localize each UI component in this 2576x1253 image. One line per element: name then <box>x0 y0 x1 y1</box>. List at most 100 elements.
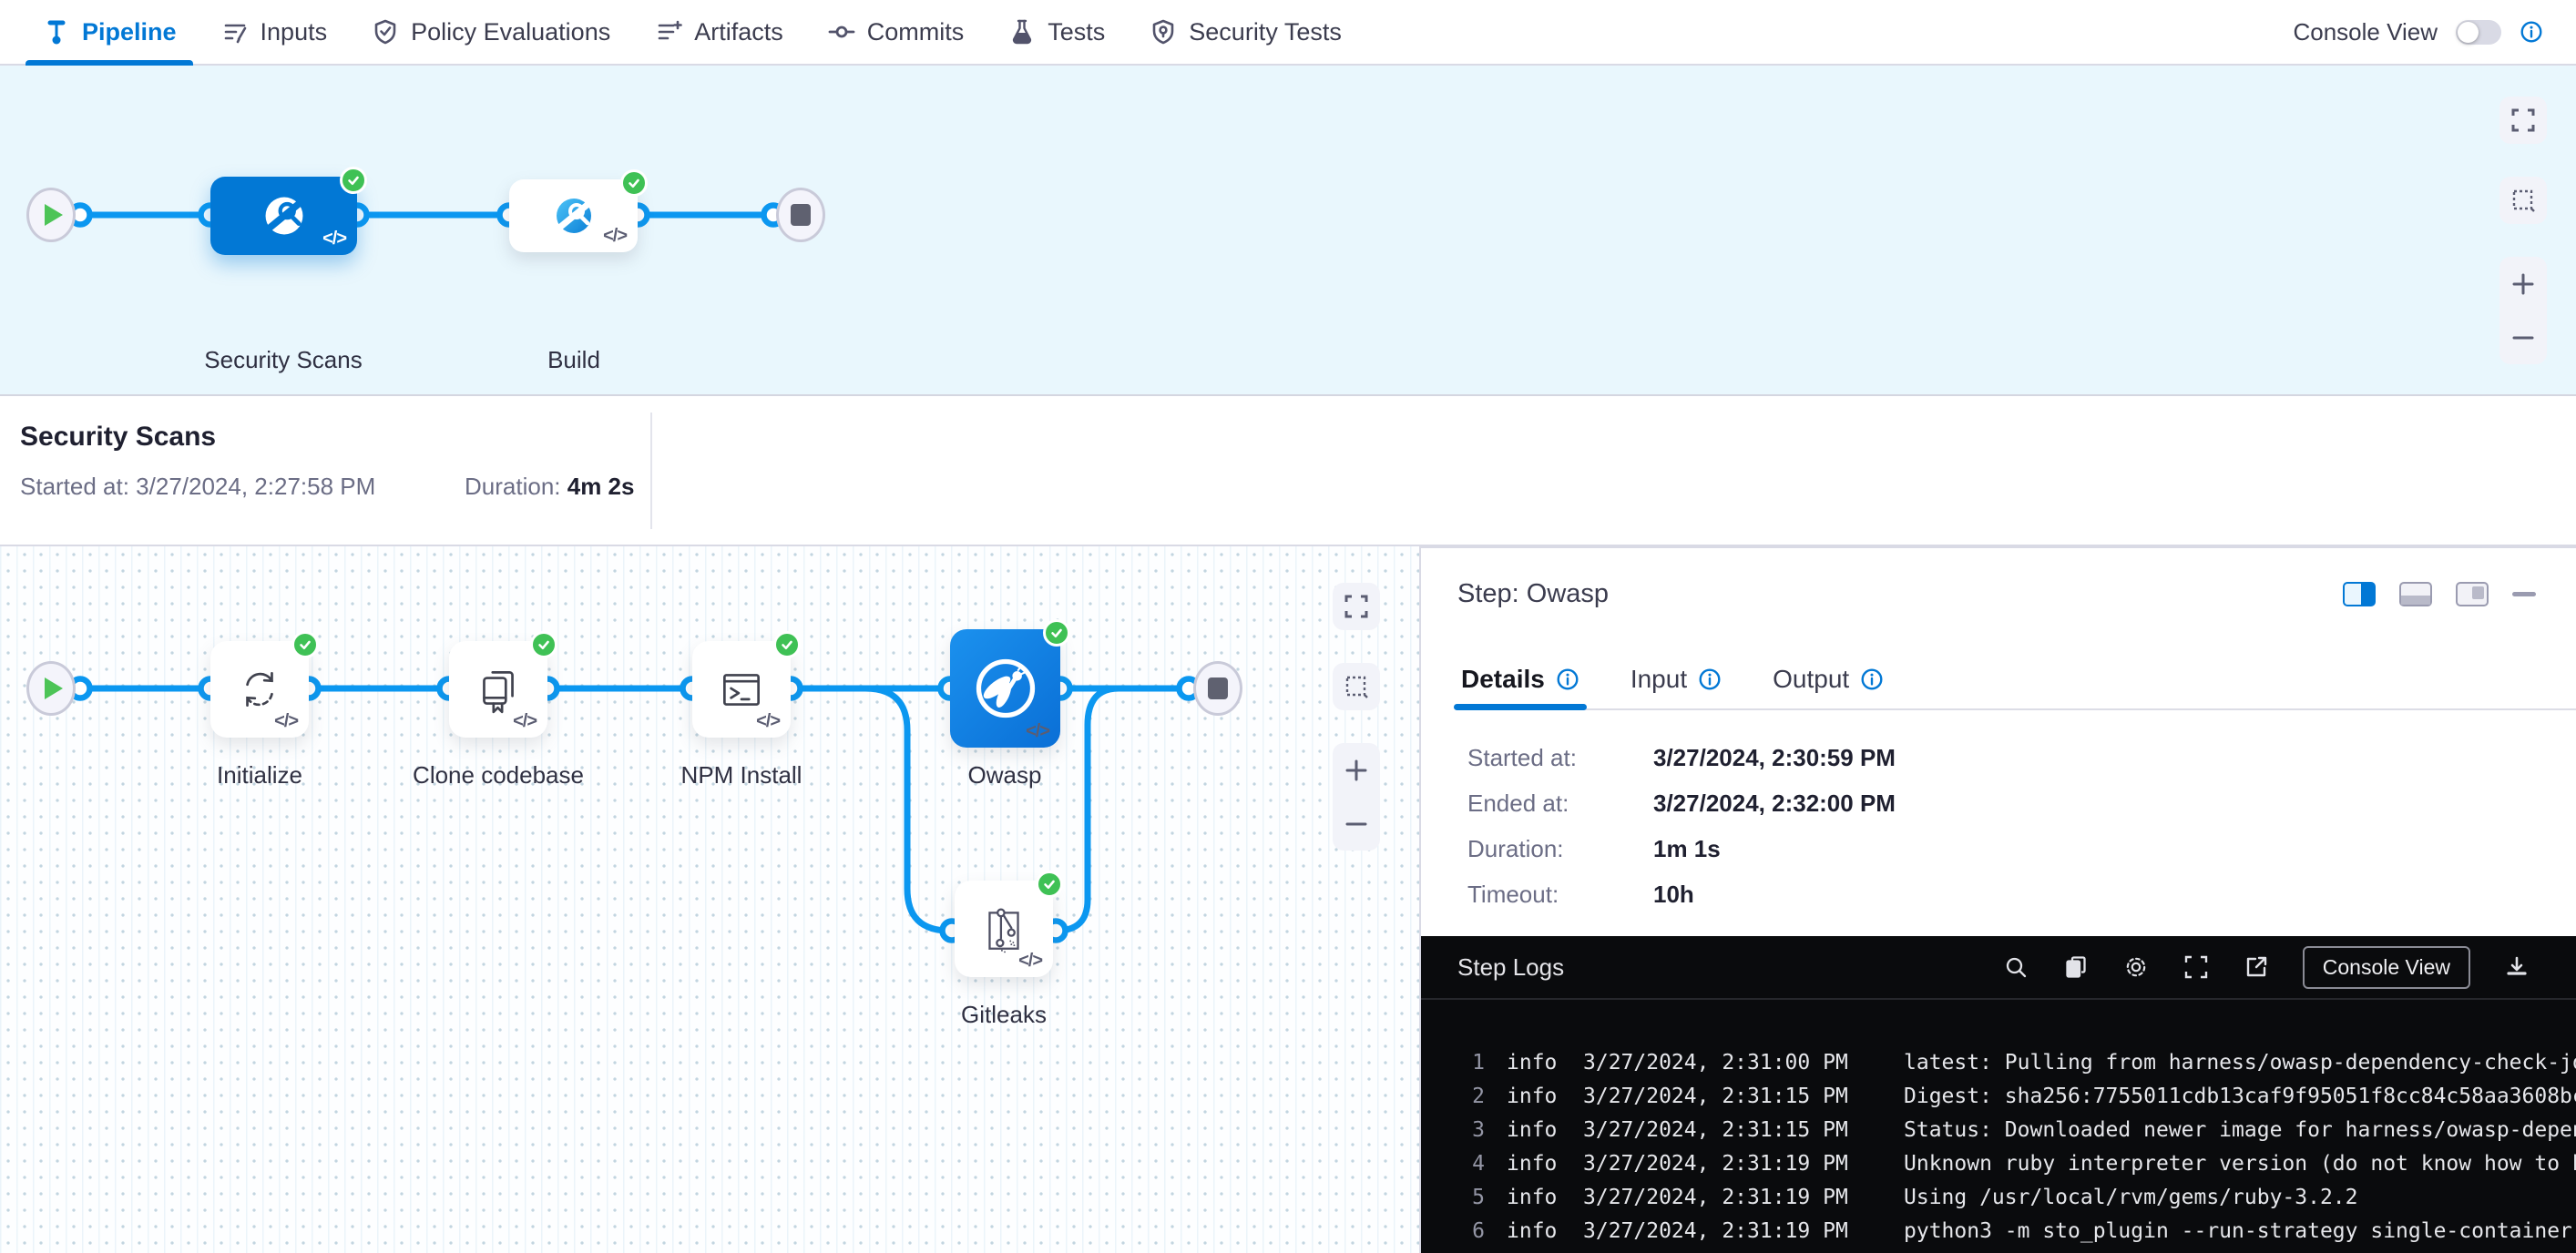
tab-label: Details <box>1461 665 1545 694</box>
info-icon[interactable] <box>2520 20 2543 44</box>
commit-icon <box>827 17 856 46</box>
log-level: info <box>1507 1051 1559 1075</box>
stage-end-node[interactable] <box>1193 661 1242 716</box>
download-logs-icon[interactable] <box>2503 953 2530 981</box>
zoom-out-button[interactable] <box>1333 797 1380 851</box>
fullscreen-button[interactable] <box>1333 583 1380 630</box>
marquee-select-button[interactable] <box>2499 177 2547 224</box>
search-icon[interactable] <box>2002 953 2029 981</box>
step-node-gitleaks[interactable]: </> <box>955 881 1053 977</box>
stage-duration: Duration: 4m 2s <box>465 473 634 501</box>
stage-info-bar: Security Scans Started at: 3/27/2024, 2:… <box>0 396 2576 546</box>
log-level: info <box>1507 1118 1559 1142</box>
stage-started-at: Started at: 3/27/2024, 2:27:58 PM <box>20 473 375 501</box>
step-panel-header: Step: Owasp <box>1457 579 2536 609</box>
step-label[interactable]: NPM Install <box>681 761 802 789</box>
info-icon[interactable] <box>1698 667 1722 691</box>
step-logs-actions: Console View <box>2002 946 2530 989</box>
code-step-icon: </> <box>513 711 537 732</box>
log-timestamp: 3/27/2024, 2:31:15 PM <box>1583 1118 1853 1142</box>
stage-canvas-controls <box>2499 97 2547 364</box>
info-icon[interactable] <box>1556 667 1579 691</box>
stage-node-security-scans[interactable]: </> <box>210 177 357 255</box>
log-timestamp: 3/27/2024, 2:31:15 PM <box>1583 1085 1853 1108</box>
detail-row: Ended at:3/27/2024, 2:32:00 PM <box>1467 789 1896 818</box>
tab-policy-evaluations[interactable]: Policy Evaluations <box>349 0 632 64</box>
step-node-initialize[interactable]: </> <box>210 641 309 738</box>
console-view-toggle[interactable] <box>2456 20 2501 45</box>
tab-details[interactable]: Details <box>1461 650 1579 708</box>
tab-output[interactable]: Output <box>1773 650 1884 708</box>
step-label[interactable]: Gitleaks <box>961 1001 1047 1029</box>
log-line: 2info3/27/2024, 2:31:15 PMDigest: sha256… <box>1461 1079 2576 1113</box>
stage-title: Security Scans <box>20 422 216 453</box>
layout-bottom-button[interactable] <box>2399 582 2432 606</box>
zoom-in-button[interactable] <box>2499 257 2547 311</box>
layout-floating-button[interactable] <box>2456 582 2489 606</box>
tab-label: Inputs <box>261 18 328 46</box>
tab-artifacts[interactable]: Artifacts <box>632 0 805 64</box>
stage-label[interactable]: Security Scans <box>204 346 362 374</box>
code-step-icon: </> <box>1026 721 1049 742</box>
detail-value: 10h <box>1653 880 1694 909</box>
info-icon[interactable] <box>1860 667 1884 691</box>
pipeline-end-node[interactable] <box>776 188 825 242</box>
step-logs-panel: Step Logs <box>1421 936 2576 1253</box>
success-badge <box>340 167 367 194</box>
success-badge <box>1036 871 1063 898</box>
tab-label: Commits <box>867 18 965 46</box>
log-line: 5info3/27/2024, 2:31:19 PMUsing /usr/loc… <box>1461 1180 2576 1214</box>
copy-icon[interactable] <box>2062 953 2090 981</box>
security-shield-icon <box>1149 17 1178 46</box>
settings-gear-icon[interactable] <box>2122 953 2150 981</box>
step-node-npm-install[interactable]: </> <box>692 641 791 738</box>
step-logs-body[interactable]: 1info3/27/2024, 2:31:00 PMlatest: Pullin… <box>1421 1000 2576 1248</box>
fullscreen-button[interactable] <box>2499 97 2547 144</box>
layout-right-button[interactable] <box>2343 582 2376 606</box>
tab-tests[interactable]: Tests <box>986 0 1127 64</box>
tab-label: Tests <box>1048 18 1105 46</box>
stop-icon <box>1208 677 1228 699</box>
play-icon <box>45 677 63 699</box>
step-node-owasp[interactable]: </> <box>950 629 1060 748</box>
nav-right: Console View <box>2293 18 2543 46</box>
stage-start-node[interactable] <box>26 661 76 716</box>
pipeline-start-node[interactable] <box>26 188 76 242</box>
security-scan-stage-icon <box>259 190 310 241</box>
console-view-button[interactable]: Console View <box>2303 946 2470 989</box>
zoom-out-button[interactable] <box>2499 311 2547 364</box>
terminal-icon <box>715 663 768 716</box>
expand-fullscreen-icon[interactable] <box>2182 953 2210 981</box>
tab-pipeline[interactable]: Pipeline <box>20 0 199 64</box>
toggle-knob <box>2458 22 2479 43</box>
clone-codebase-icon <box>472 663 525 716</box>
stage-node-build[interactable]: </> <box>509 179 638 252</box>
tab-inputs[interactable]: Inputs <box>199 0 350 64</box>
detail-row: Started at:3/27/2024, 2:30:59 PM <box>1467 743 1896 772</box>
log-timestamp: 3/27/2024, 2:31:00 PM <box>1583 1051 1853 1075</box>
stage-graph-edges <box>0 66 911 396</box>
duration-label: Duration: <box>465 473 567 500</box>
tab-commits[interactable]: Commits <box>805 0 986 64</box>
code-step-icon: </> <box>1018 951 1042 972</box>
tab-input[interactable]: Input <box>1630 650 1722 708</box>
success-badge <box>773 631 801 658</box>
step-node-clone-codebase[interactable]: </> <box>449 641 547 738</box>
open-external-icon[interactable] <box>2243 953 2270 981</box>
step-label[interactable]: Clone codebase <box>413 761 584 789</box>
step-details-list: Started at:3/27/2024, 2:30:59 PM Ended a… <box>1467 743 1896 909</box>
step-label[interactable]: Initialize <box>217 761 302 789</box>
tab-security-tests[interactable]: Security Tests <box>1127 0 1364 64</box>
step-graph-canvas: </> Initialize </> Clone codebase <box>0 546 1419 1253</box>
stage-label[interactable]: Build <box>547 346 600 374</box>
step-label[interactable]: Owasp <box>968 761 1042 789</box>
stop-icon <box>791 204 811 226</box>
minimize-panel-button[interactable] <box>2512 592 2536 596</box>
log-message: Digest: sha256:7755011cdb13caf9f95051f8c… <box>1904 1085 2576 1108</box>
tab-label: Artifacts <box>694 18 783 46</box>
log-line: 6info3/27/2024, 2:31:19 PMpython3 -m sto… <box>1461 1214 2576 1248</box>
log-level: info <box>1507 1085 1559 1108</box>
nav-tabs: Pipeline Inputs Policy Evaluations Artif… <box>20 0 1364 64</box>
zoom-in-button[interactable] <box>1333 743 1380 797</box>
marquee-select-button[interactable] <box>1333 663 1380 710</box>
